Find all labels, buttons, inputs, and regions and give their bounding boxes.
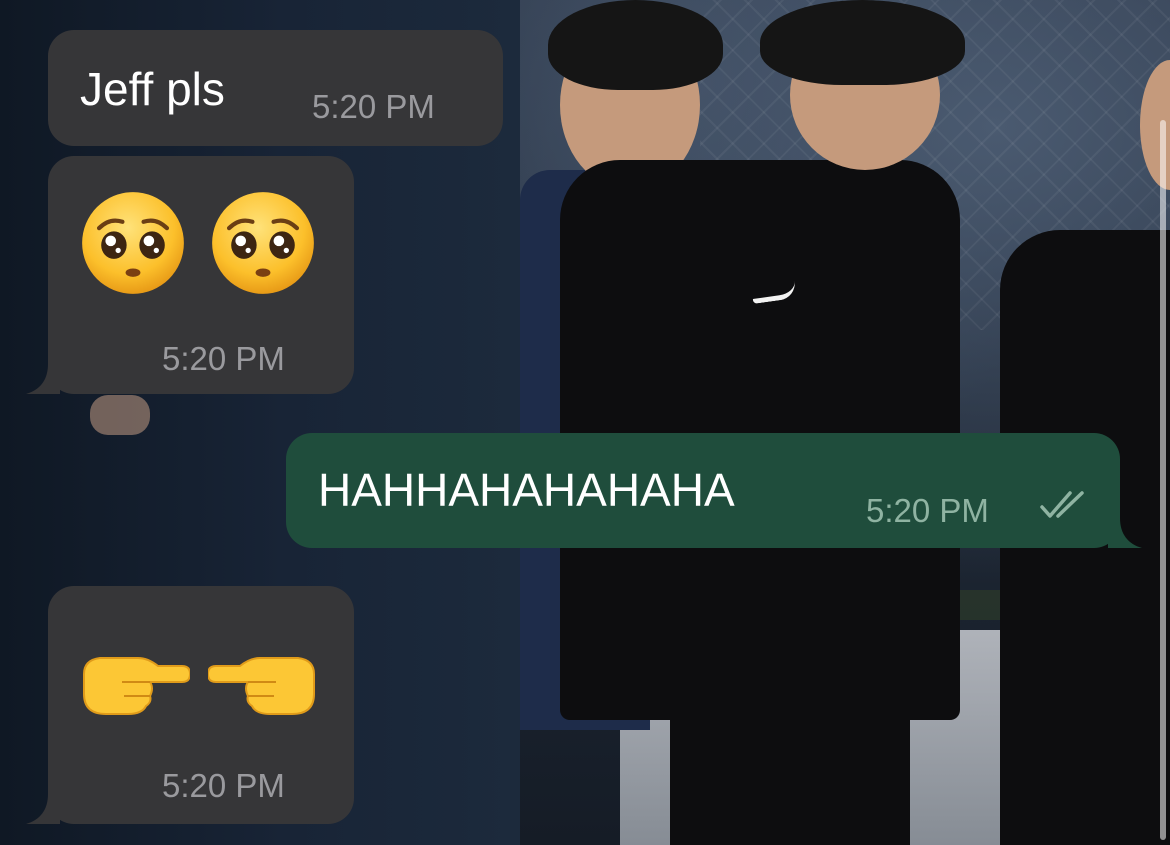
message-bubble-incoming[interactable]: 5:20 PM xyxy=(48,156,354,394)
message-text: HAHHAHAHAHAHA xyxy=(318,464,735,516)
message-timestamp: 5:20 PM xyxy=(162,340,285,377)
message-text: Jeff pls xyxy=(80,63,225,115)
message-timestamp: 5:20 PM xyxy=(312,88,435,125)
wallpaper-arm xyxy=(90,395,150,435)
pleading-face-emoji-icon xyxy=(212,192,314,294)
pleading-face-emoji-icon xyxy=(82,192,184,294)
message-timestamp: 5:20 PM xyxy=(162,767,285,804)
pointing-right-emoji-icon xyxy=(83,657,190,715)
message-bubble-outgoing[interactable]: HAHHAHAHAHAHA 5:20 PM xyxy=(286,433,1120,548)
pointing-left-emoji-icon xyxy=(208,657,315,715)
wallpaper-hair-1 xyxy=(548,0,723,90)
emoji-row xyxy=(80,190,316,296)
double-check-icon xyxy=(1040,491,1084,518)
scrollbar[interactable] xyxy=(1160,120,1166,840)
message-bubble-incoming[interactable]: Jeff pls 5:20 PM xyxy=(48,30,503,146)
emoji-row xyxy=(78,644,320,716)
wallpaper-hair-2 xyxy=(760,0,965,85)
message-bubble-incoming[interactable]: 5:20 PM xyxy=(48,586,354,824)
wallpaper-shorts-center xyxy=(670,700,910,845)
message-timestamp: 5:20 PM xyxy=(866,492,989,529)
